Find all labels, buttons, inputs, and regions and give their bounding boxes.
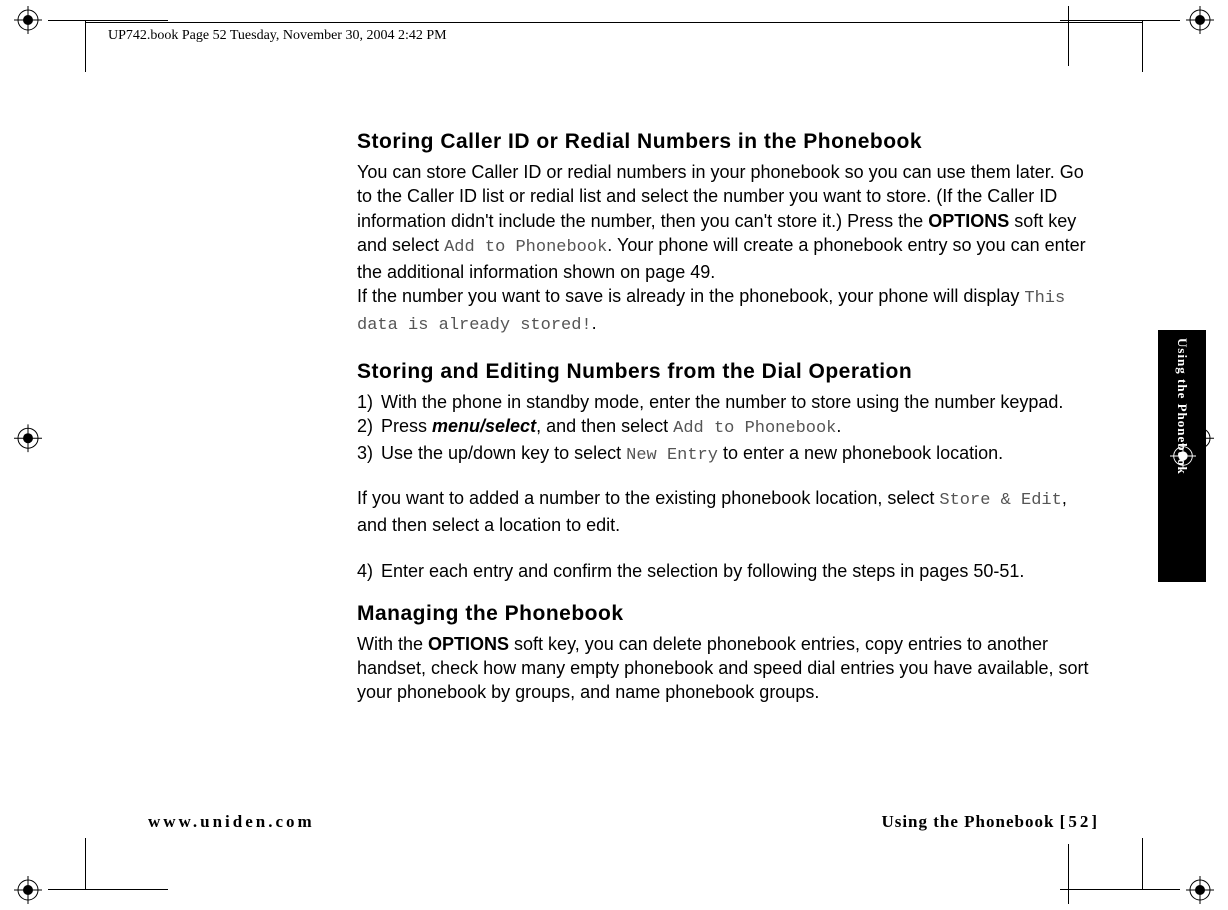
step-item: 1)With the phone in standby mode, enter … (357, 390, 1097, 414)
crop-mark (1060, 20, 1180, 21)
step-text: With the phone in standby mode, enter th… (381, 390, 1097, 414)
heading-managing-phonebook: Managing the Phonebook (357, 602, 1097, 626)
text: If the number you want to save is alread… (357, 286, 1024, 306)
step-item: 2)Press menu/select, and then select Add… (357, 414, 1097, 441)
lcd-text: Add to Phonebook (673, 419, 836, 438)
text: If you want to added a number to the exi… (357, 488, 939, 508)
step-number: 3) (357, 441, 381, 468)
menu-select-label: menu/select (432, 416, 536, 436)
registration-mark-icon (14, 6, 42, 34)
page-header-meta: UP742.book Page 52 Tuesday, November 30,… (108, 28, 447, 44)
lcd-text: Store & Edit (939, 491, 1061, 510)
text: Using the Phonebook (881, 812, 1059, 831)
step-text: Use the up/down key to select New Entry … (381, 441, 1097, 468)
text: Use the up/down key to select (381, 443, 626, 463)
options-key-label: OPTIONS (428, 634, 509, 654)
text: With the (357, 634, 428, 654)
step-number: 1) (357, 390, 381, 414)
page-number: [52] (1060, 812, 1100, 831)
step-number: 2) (357, 414, 381, 441)
body-text: If you want to added a number to the exi… (357, 486, 1097, 537)
frame-line (85, 838, 86, 890)
registration-mark-icon (14, 876, 42, 904)
step-item: 3)Use the up/down key to select New Entr… (357, 441, 1097, 468)
crop-mark (1068, 844, 1069, 904)
heading-storing-editing: Storing and Editing Numbers from the Dia… (357, 360, 1097, 384)
page-footer: www.uniden.com Using the Phonebook [52] (148, 812, 1100, 832)
step-item: 4)Enter each entry and confirm the selec… (357, 559, 1097, 583)
registration-mark-icon (1170, 443, 1196, 469)
section-tab: Using the Phonebook (1158, 330, 1206, 582)
text: to enter a new phonebook location. (718, 443, 1003, 463)
header-rule (85, 22, 1143, 23)
text: Press (381, 416, 432, 436)
lcd-text: New Entry (626, 446, 718, 465)
footer-url: www.uniden.com (148, 812, 315, 832)
crop-mark (48, 889, 168, 890)
step-text: Press menu/select, and then select Add t… (381, 414, 1097, 441)
options-key-label: OPTIONS (928, 211, 1009, 231)
registration-mark-icon (14, 424, 42, 452)
text: . (836, 416, 841, 436)
text: . (592, 313, 597, 333)
crop-mark (48, 20, 168, 21)
step-text: Enter each entry and confirm the selecti… (381, 559, 1097, 583)
heading-storing-caller-id: Storing Caller ID or Redial Numbers in t… (357, 130, 1097, 154)
body-text: With the OPTIONS soft key, you can delet… (357, 632, 1097, 705)
body-text: You can store Caller ID or redial number… (357, 160, 1097, 338)
frame-line (1142, 838, 1143, 890)
footer-section: Using the Phonebook [52] (881, 812, 1100, 832)
step-number: 4) (357, 559, 381, 583)
registration-mark-icon (1186, 876, 1214, 904)
lcd-text: Add to Phonebook (444, 238, 607, 257)
registration-mark-icon (1186, 6, 1214, 34)
page-content: Storing Caller ID or Redial Numbers in t… (357, 130, 1097, 727)
frame-line (1142, 20, 1143, 72)
steps-list: 1)With the phone in standby mode, enter … (357, 390, 1097, 468)
steps-list: 4)Enter each entry and confirm the selec… (357, 559, 1097, 583)
text: , and then select (536, 416, 673, 436)
frame-line (85, 20, 86, 72)
crop-mark (1060, 889, 1180, 890)
crop-mark (1068, 6, 1069, 66)
